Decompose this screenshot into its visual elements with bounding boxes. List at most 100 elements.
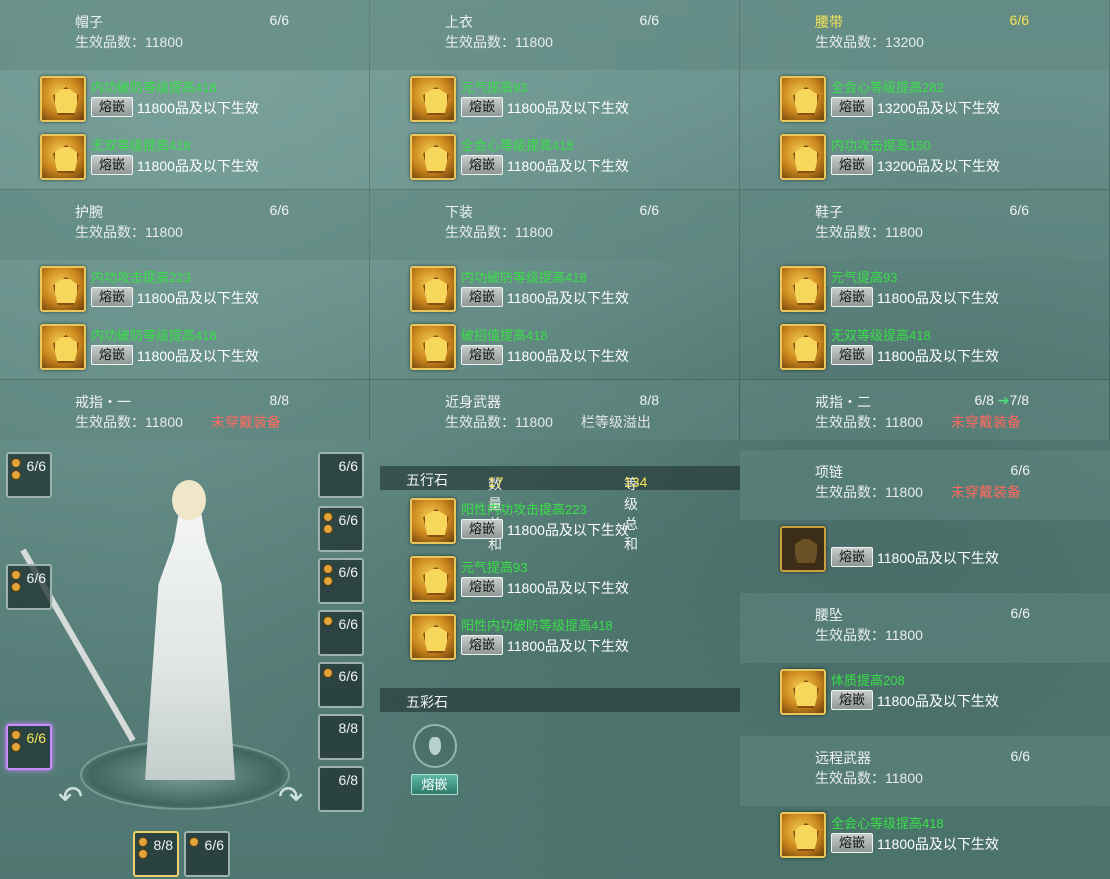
not-equipped-warning: 未穿戴装备 [950,414,1021,430]
gem-limit: 11800品及以下生效 [507,348,629,364]
gem-icon[interactable] [40,76,86,122]
slot-count: 6/6 [1010,748,1030,764]
inlay-button[interactable]: 熔嵌 [91,155,133,175]
quality-line: 生效品数：11800 [75,34,183,50]
rotate-left-icon[interactable]: ↶ [58,780,83,815]
wucai-slot-icon[interactable] [413,724,457,768]
gem-icon[interactable] [410,498,456,544]
gem-icon[interactable] [410,556,456,602]
inlay-button[interactable]: 熔嵌 [91,97,133,117]
gem-effect: 全会心等级提高282 [831,80,944,95]
slot-name: 项链 [815,464,843,480]
gem-icon[interactable] [780,134,826,180]
gem-effect: 阳性内功攻击提高223 [461,502,587,517]
equip-slot-mini[interactable]: 6/6 [318,558,364,604]
gem-row: 内功攻击提高223 熔嵌 11800品及以下生效 [40,266,369,316]
gem-icon[interactable] [780,324,826,370]
quality-line: 生效品数：13200 [815,34,924,50]
gem-effect: 元气提高93 [461,80,528,95]
gem-row: 全会心等级提高282 熔嵌 13200品及以下生效 [780,76,1109,126]
inlay-button[interactable]: 熔嵌 [461,97,503,117]
inlay-button[interactable]: 熔嵌 [461,519,503,539]
equip-slot-mini[interactable]: 6/6 [318,506,364,552]
wuxing-gem-row: 阳性内功破防等级提高418 熔嵌 11800品及以下生效 [410,614,780,664]
slot-shoes: 鞋子 6/6 生效品数：11800 元气提高93 熔嵌 11800品及以下生效 … [740,190,1110,380]
quality-line: 生效品数：11800 未穿戴装备 [75,414,281,430]
inlay-button[interactable]: 熔嵌 [461,635,503,655]
inlay-button[interactable]: 熔嵌 [91,287,133,307]
wuxing-gem-row: 元气提高93 熔嵌 11800品及以下生效 [410,556,780,606]
quality-line: 生效品数：11800 [815,627,923,643]
gem-limit: 11800品及以下生效 [507,290,629,306]
gem-row: 破招值提高418 熔嵌 11800品及以下生效 [410,324,739,374]
gem-icon[interactable] [410,266,456,312]
equip-slot-mini[interactable]: 6/8 [318,766,364,812]
gem-empty-icon[interactable] [780,526,826,572]
equip-slot-mini[interactable]: 6/6 [6,452,52,498]
equip-slot-mini[interactable]: 6/6 [6,564,52,610]
inlay-button[interactable]: 熔嵌 [831,287,873,307]
slot-name: 帽子 [75,14,103,30]
equip-slot-mini[interactable]: 6/6 [318,610,364,656]
equip-slot-mini[interactable]: 6/6 [318,452,364,498]
gem-row: 内功破防等级提高418 熔嵌 11800品及以下生效 [410,266,739,316]
gem-effect: 内功攻击提高223 [91,270,191,285]
gem-effect: 元气提高93 [831,270,898,285]
gem-effect: 内功破防等级提高418 [461,270,587,285]
equip-slot-mini-selected[interactable]: 6/6 [6,724,52,770]
gem-icon[interactable] [40,324,86,370]
slot-count: 8/8 [639,392,659,408]
gem-row: 无双等级提高418 熔嵌 11800品及以下生效 [780,324,1109,374]
inlay-button[interactable]: 熔嵌 [831,690,873,710]
gem-limit: 11800品及以下生效 [507,100,629,116]
gem-icon[interactable] [780,812,826,858]
inlay-button[interactable]: 熔嵌 [461,287,503,307]
rotate-right-icon[interactable]: ↷ [278,780,303,815]
slot-count: 6/6 [639,12,659,28]
wucai-inlay-button[interactable]: 熔嵌 [411,774,458,795]
gem-icon[interactable] [780,76,826,122]
slot-count: 6/6 [1010,605,1030,621]
inlay-button[interactable]: 熔嵌 [831,547,873,567]
equip-slot-mini[interactable]: 6/6 [184,831,230,877]
inlay-button[interactable]: 熔嵌 [461,345,503,365]
quality-line: 生效品数：11800 [815,770,923,786]
gem-icon[interactable] [410,324,456,370]
equip-slot-mini[interactable]: 8/8 [133,831,179,877]
slot-name: 远程武器 [815,750,871,766]
gem-limit: 11800品及以下生效 [877,290,999,306]
wuxing-gem-row: 阳性内功攻击提高223 熔嵌 11800品及以下生效 [410,498,780,548]
slot-ring-two: 戒指・二 6/8 ➔7/8 生效品数：11800 未穿戴装备 [740,380,1110,440]
inlay-button[interactable]: 熔嵌 [91,345,133,365]
slot-count: 6/6 [269,202,289,218]
gem-row: 内功破防等级提高418 熔嵌 11800品及以下生效 [40,324,369,374]
gem-icon[interactable] [780,669,826,715]
gem-icon[interactable] [780,266,826,312]
slot-name: 戒指・一 [75,394,131,410]
gem-icon[interactable] [40,134,86,180]
inlay-button[interactable]: 熔嵌 [831,833,873,853]
gem-icon[interactable] [410,76,456,122]
gem-limit: 11800品及以下生效 [877,348,999,364]
quality-line: 生效品数：11800 栏等级溢出 [445,414,651,430]
slot-count: 6/6 [269,12,289,28]
gem-row: 全会心等级提高418 熔嵌 11800品及以下生效 [410,134,739,184]
slot-name: 戒指・二 [815,394,871,410]
gem-row: 元气提高93 熔嵌 11800品及以下生效 [780,266,1109,316]
gem-limit: 11800品及以下生效 [507,580,629,596]
quality-line: 生效品数：11800 [815,224,923,240]
inlay-button[interactable]: 熔嵌 [461,577,503,597]
gem-limit: 11800品及以下生效 [137,290,259,306]
gem-icon[interactable] [410,614,456,660]
inlay-button[interactable]: 熔嵌 [831,97,873,117]
gem-icon[interactable] [410,134,456,180]
inlay-button[interactable]: 熔嵌 [461,155,503,175]
character-preview[interactable]: ↶ ↷ 6/6 6/6 6/6 6/6 6/6 6/6 6/6 6/6 8/8 … [0,440,370,879]
gem-limit: 13200品及以下生效 [877,100,1000,116]
inlay-button[interactable]: 熔嵌 [831,345,873,365]
inlay-button[interactable]: 熔嵌 [831,155,873,175]
gem-icon[interactable] [40,266,86,312]
equip-slot-mini[interactable]: 6/6 [318,662,364,708]
equip-slot-mini[interactable]: 8/8 [318,714,364,760]
gem-effect: 全会心等级提高418 [461,138,574,153]
